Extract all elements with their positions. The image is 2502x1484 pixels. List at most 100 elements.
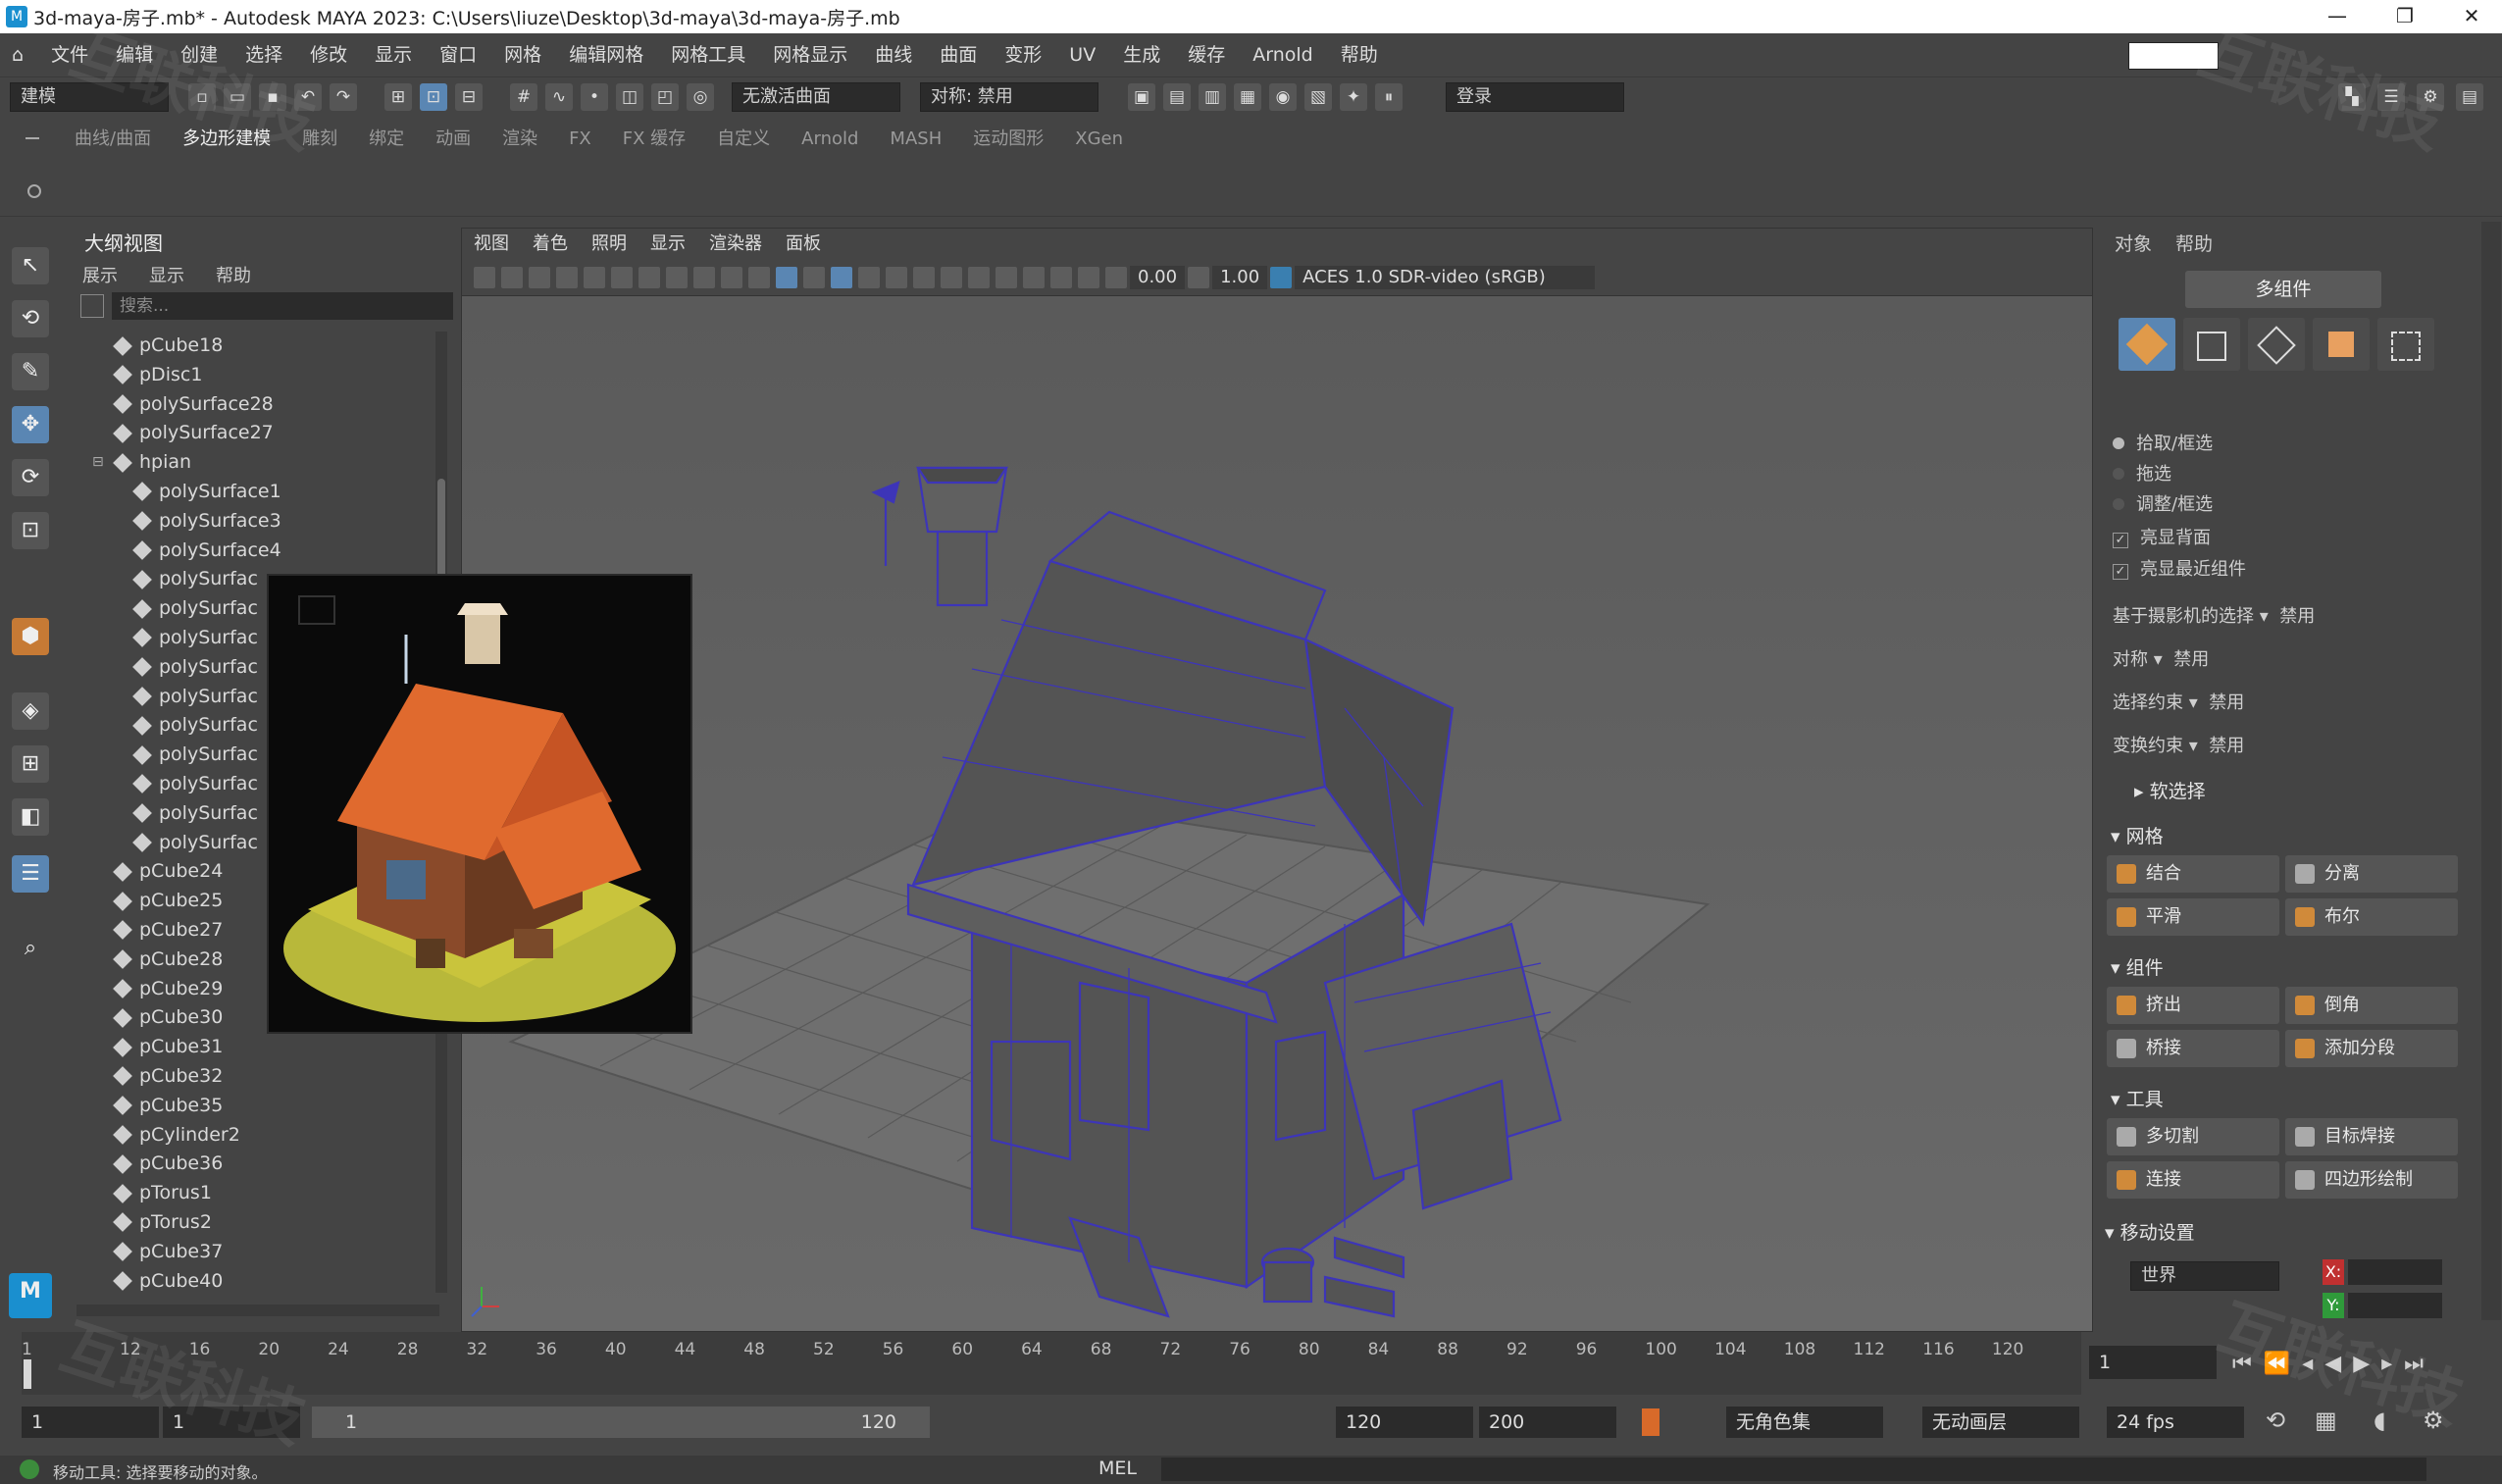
- current-time-marker[interactable]: [24, 1359, 31, 1389]
- move-y-field[interactable]: [2348, 1293, 2442, 1318]
- anti-alias-icon[interactable]: [996, 267, 1017, 288]
- menu-mesh[interactable]: 网格: [490, 33, 555, 77]
- keyframe-icon[interactable]: [1642, 1408, 1659, 1436]
- four-view-icon[interactable]: ⊞: [12, 745, 49, 783]
- viewport-menu-renderer[interactable]: 渲染器: [697, 229, 774, 260]
- combine-button[interactable]: 结合: [2107, 855, 2279, 893]
- outliner-node[interactable]: ⊟ hpian: [86, 448, 439, 478]
- shelf-tab-fx-cache[interactable]: FX 缓存: [607, 122, 701, 157]
- rotate-tool-icon[interactable]: ⟳: [12, 459, 49, 496]
- side-tabs-strip[interactable]: [2481, 222, 2501, 1320]
- outliner-node[interactable]: pCube37: [86, 1238, 439, 1267]
- textured-icon[interactable]: [858, 267, 880, 288]
- outliner-node[interactable]: pTorus2: [86, 1208, 439, 1238]
- select-component-icon[interactable]: ⊟: [455, 83, 483, 111]
- viewport-menu-panels[interactable]: 面板: [774, 229, 833, 260]
- menu-uv[interactable]: UV: [1055, 33, 1109, 77]
- menu-windows[interactable]: 窗口: [426, 33, 490, 77]
- object-mode-icon[interactable]: [2119, 318, 2175, 371]
- pause-render-icon[interactable]: ⏸: [1375, 83, 1403, 111]
- mesh-section-header[interactable]: ▾ 网格: [2111, 822, 2164, 848]
- exposure-field[interactable]: 0.00: [1130, 266, 1186, 289]
- command-language[interactable]: MEL: [1098, 1458, 1137, 1479]
- shelf-menu-icon[interactable]: [27, 184, 41, 198]
- separate-button[interactable]: 分离: [2285, 855, 2458, 893]
- shelf-tab-xgen[interactable]: XGen: [1059, 122, 1139, 157]
- last-tool-icon[interactable]: ⬢: [12, 618, 49, 655]
- menu-display[interactable]: 显示: [361, 33, 426, 77]
- menu-arnold[interactable]: Arnold: [1239, 33, 1326, 77]
- outliner-node[interactable]: pCube36: [86, 1150, 439, 1179]
- shelf-tab-rigging[interactable]: 绑定: [353, 122, 420, 157]
- move-x-field[interactable]: [2348, 1259, 2442, 1285]
- menu-help[interactable]: 帮助: [1327, 33, 1392, 77]
- default-material-icon[interactable]: [803, 267, 825, 288]
- single-view-icon[interactable]: ◈: [12, 692, 49, 730]
- channel-box-icon[interactable]: ▤: [2456, 83, 2483, 111]
- command-line-input[interactable]: [1161, 1458, 2426, 1481]
- snap-curve-icon[interactable]: ∿: [545, 83, 573, 111]
- expand-toggle-icon[interactable]: ⊟: [92, 448, 104, 478]
- image-plane-icon[interactable]: [556, 267, 578, 288]
- bevel-button[interactable]: 倒角: [2285, 987, 2458, 1024]
- outliner-node[interactable]: polySurface1: [86, 478, 439, 507]
- exposure-icon[interactable]: [1105, 267, 1127, 288]
- face-mode-icon[interactable]: [2313, 318, 2370, 371]
- target-weld-button[interactable]: 目标焊接: [2285, 1118, 2458, 1155]
- toolkit-tab-object[interactable]: 对象: [2115, 230, 2152, 256]
- field-chart-icon[interactable]: [693, 267, 715, 288]
- shelf-tab-curves[interactable]: 曲线/曲面: [59, 122, 167, 157]
- outliner-node[interactable]: polySurface27: [86, 419, 439, 448]
- outliner-node[interactable]: pCube32: [86, 1062, 439, 1092]
- snap-point-icon[interactable]: •: [581, 83, 608, 111]
- viewport-menu-shading[interactable]: 着色: [521, 229, 580, 260]
- maximize-button[interactable]: ❐: [2377, 0, 2432, 33]
- outliner-layout-icon[interactable]: ☰: [12, 855, 49, 893]
- safe-action-icon[interactable]: [721, 267, 742, 288]
- lasso-tool-icon[interactable]: ⟲: [12, 300, 49, 337]
- reference-image[interactable]: [267, 574, 692, 1034]
- gamma-field[interactable]: 1.00: [1212, 266, 1268, 289]
- option-highlight-backfaces[interactable]: ✓ 亮显背面: [2113, 524, 2211, 549]
- option-pick-marquee[interactable]: 拾取/框选: [2113, 430, 2213, 455]
- menu-cache[interactable]: 缓存: [1174, 33, 1239, 77]
- outliner-filter-icon[interactable]: [80, 294, 104, 318]
- shelf-tab-motion-graphics[interactable]: 运动图形: [957, 122, 1059, 157]
- shadows-icon[interactable]: [913, 267, 935, 288]
- select-hierarchy-icon[interactable]: ⊞: [384, 83, 412, 111]
- login-dropdown[interactable]: 登录: [1446, 82, 1624, 112]
- select-tool-icon[interactable]: ↖: [12, 247, 49, 284]
- viewport-menu-view[interactable]: 视图: [462, 229, 521, 260]
- anim-layer-field[interactable]: 无动画层: [1922, 1407, 2079, 1438]
- smooth-shade-icon[interactable]: [776, 267, 797, 288]
- menu-modify[interactable]: 修改: [296, 33, 361, 77]
- camera-attr-icon[interactable]: [501, 267, 523, 288]
- paint-select-icon[interactable]: ✎: [12, 353, 49, 390]
- fps-dropdown[interactable]: 24 fps: [2107, 1407, 2244, 1438]
- menu-mesh-display[interactable]: 网格显示: [759, 33, 861, 77]
- lights-icon[interactable]: [886, 267, 907, 288]
- render-frame-icon[interactable]: ▤: [1163, 83, 1191, 111]
- edge-mode-icon[interactable]: [2248, 318, 2305, 371]
- bridge-button[interactable]: 桥接: [2107, 1030, 2279, 1067]
- colorspace-dropdown[interactable]: ACES 1.0 SDR-video (sRGB): [1295, 266, 1596, 289]
- hypershade-icon[interactable]: ◉: [1269, 83, 1297, 111]
- scale-tool-icon[interactable]: ⊡: [12, 512, 49, 549]
- viewport-menu-lighting[interactable]: 照明: [580, 229, 638, 260]
- minimize-button[interactable]: —: [2310, 0, 2365, 33]
- two-view-icon[interactable]: ◧: [12, 798, 49, 836]
- render-view-icon[interactable]: ▣: [1128, 83, 1155, 111]
- shelf-tab-mash[interactable]: MASH: [874, 122, 957, 157]
- multi-cut-button[interactable]: 多切割: [2107, 1118, 2279, 1155]
- time-slider[interactable]: 1 12 16 20 24 28 32 36 40 44 48 52 56 60 64 68 72 76 80 84 8…: [22, 1332, 2081, 1395]
- wireframe-icon[interactable]: [748, 267, 770, 288]
- loop-icon[interactable]: ⟲: [2266, 1407, 2285, 1434]
- outliner-menu-help[interactable]: 帮助: [200, 262, 267, 287]
- viewport-3d-view[interactable]: persp: [462, 296, 2092, 1350]
- wireframe-on-shaded-icon[interactable]: [831, 267, 852, 288]
- range-slider[interactable]: 1 120: [312, 1407, 930, 1438]
- close-button[interactable]: ✕: [2444, 0, 2499, 33]
- outliner-node[interactable]: pCylinder2: [86, 1121, 439, 1151]
- components-section-header[interactable]: ▾ 组件: [2111, 953, 2164, 980]
- symmetry-option[interactable]: 对称 ▾ 禁用: [2113, 645, 2209, 671]
